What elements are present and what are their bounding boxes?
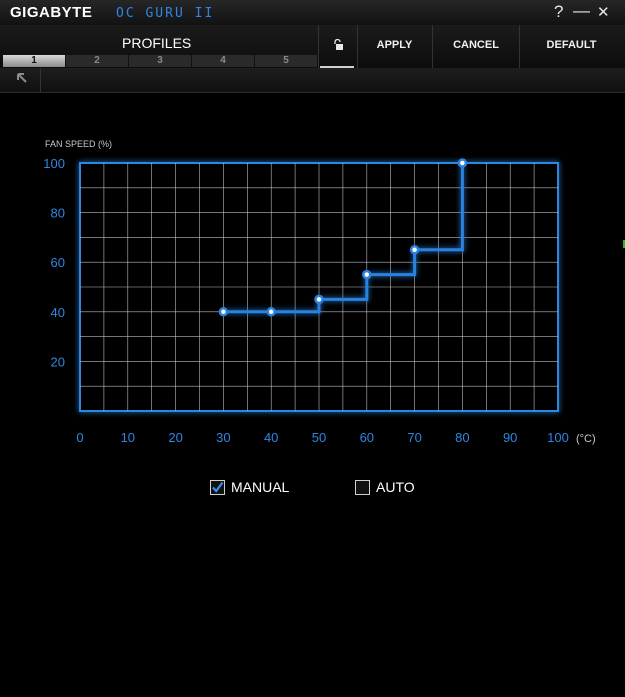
manual-option[interactable]: MANUAL bbox=[210, 479, 289, 495]
manual-label: MANUAL bbox=[231, 479, 290, 495]
x-tick-label: 20 bbox=[168, 430, 182, 445]
x-tick-label: 90 bbox=[503, 430, 517, 445]
check-icon bbox=[212, 481, 224, 493]
auto-checkbox[interactable] bbox=[355, 479, 370, 495]
x-tick-label: 0 bbox=[76, 430, 83, 445]
auto-option[interactable]: AUTO bbox=[355, 479, 415, 495]
grid-lines bbox=[80, 163, 558, 411]
y-tick-labels: 20 40 60 80 100 bbox=[43, 156, 65, 369]
y-tick-label: 20 bbox=[51, 354, 65, 369]
x-tick-label: 70 bbox=[407, 430, 421, 445]
curve-point[interactable] bbox=[218, 307, 229, 317]
x-tick-labels: 0 10 20 30 40 50 60 70 80 90 100 bbox=[76, 430, 568, 445]
curve-point[interactable] bbox=[314, 294, 324, 305]
x-tick-label: 80 bbox=[455, 430, 469, 445]
y-tick-label: 100 bbox=[43, 156, 65, 171]
y-tick-label: 40 bbox=[51, 305, 65, 320]
x-tick-label: 60 bbox=[360, 430, 374, 445]
y-tick-label: 60 bbox=[51, 255, 65, 270]
x-tick-label: 10 bbox=[121, 430, 135, 445]
y-tick-label: 80 bbox=[51, 206, 65, 221]
fan-curve-chart[interactable]: 20 40 60 80 100 0 10 20 30 40 50 60 70 80 90 100 (°C) bbox=[0, 0, 625, 470]
manual-checkbox[interactable] bbox=[210, 479, 225, 495]
x-tick-label: 50 bbox=[312, 430, 326, 445]
x-tick-label: 100 bbox=[547, 430, 569, 445]
x-tick-label: 40 bbox=[264, 430, 278, 445]
curve-point[interactable] bbox=[266, 307, 276, 317]
x-tick-label: 30 bbox=[216, 430, 230, 445]
curve-point[interactable] bbox=[362, 269, 372, 280]
x-axis-unit: (°C) bbox=[576, 433, 596, 445]
curve-point[interactable] bbox=[457, 158, 468, 168]
curve-point[interactable] bbox=[409, 245, 420, 255]
auto-label: AUTO bbox=[376, 479, 415, 495]
